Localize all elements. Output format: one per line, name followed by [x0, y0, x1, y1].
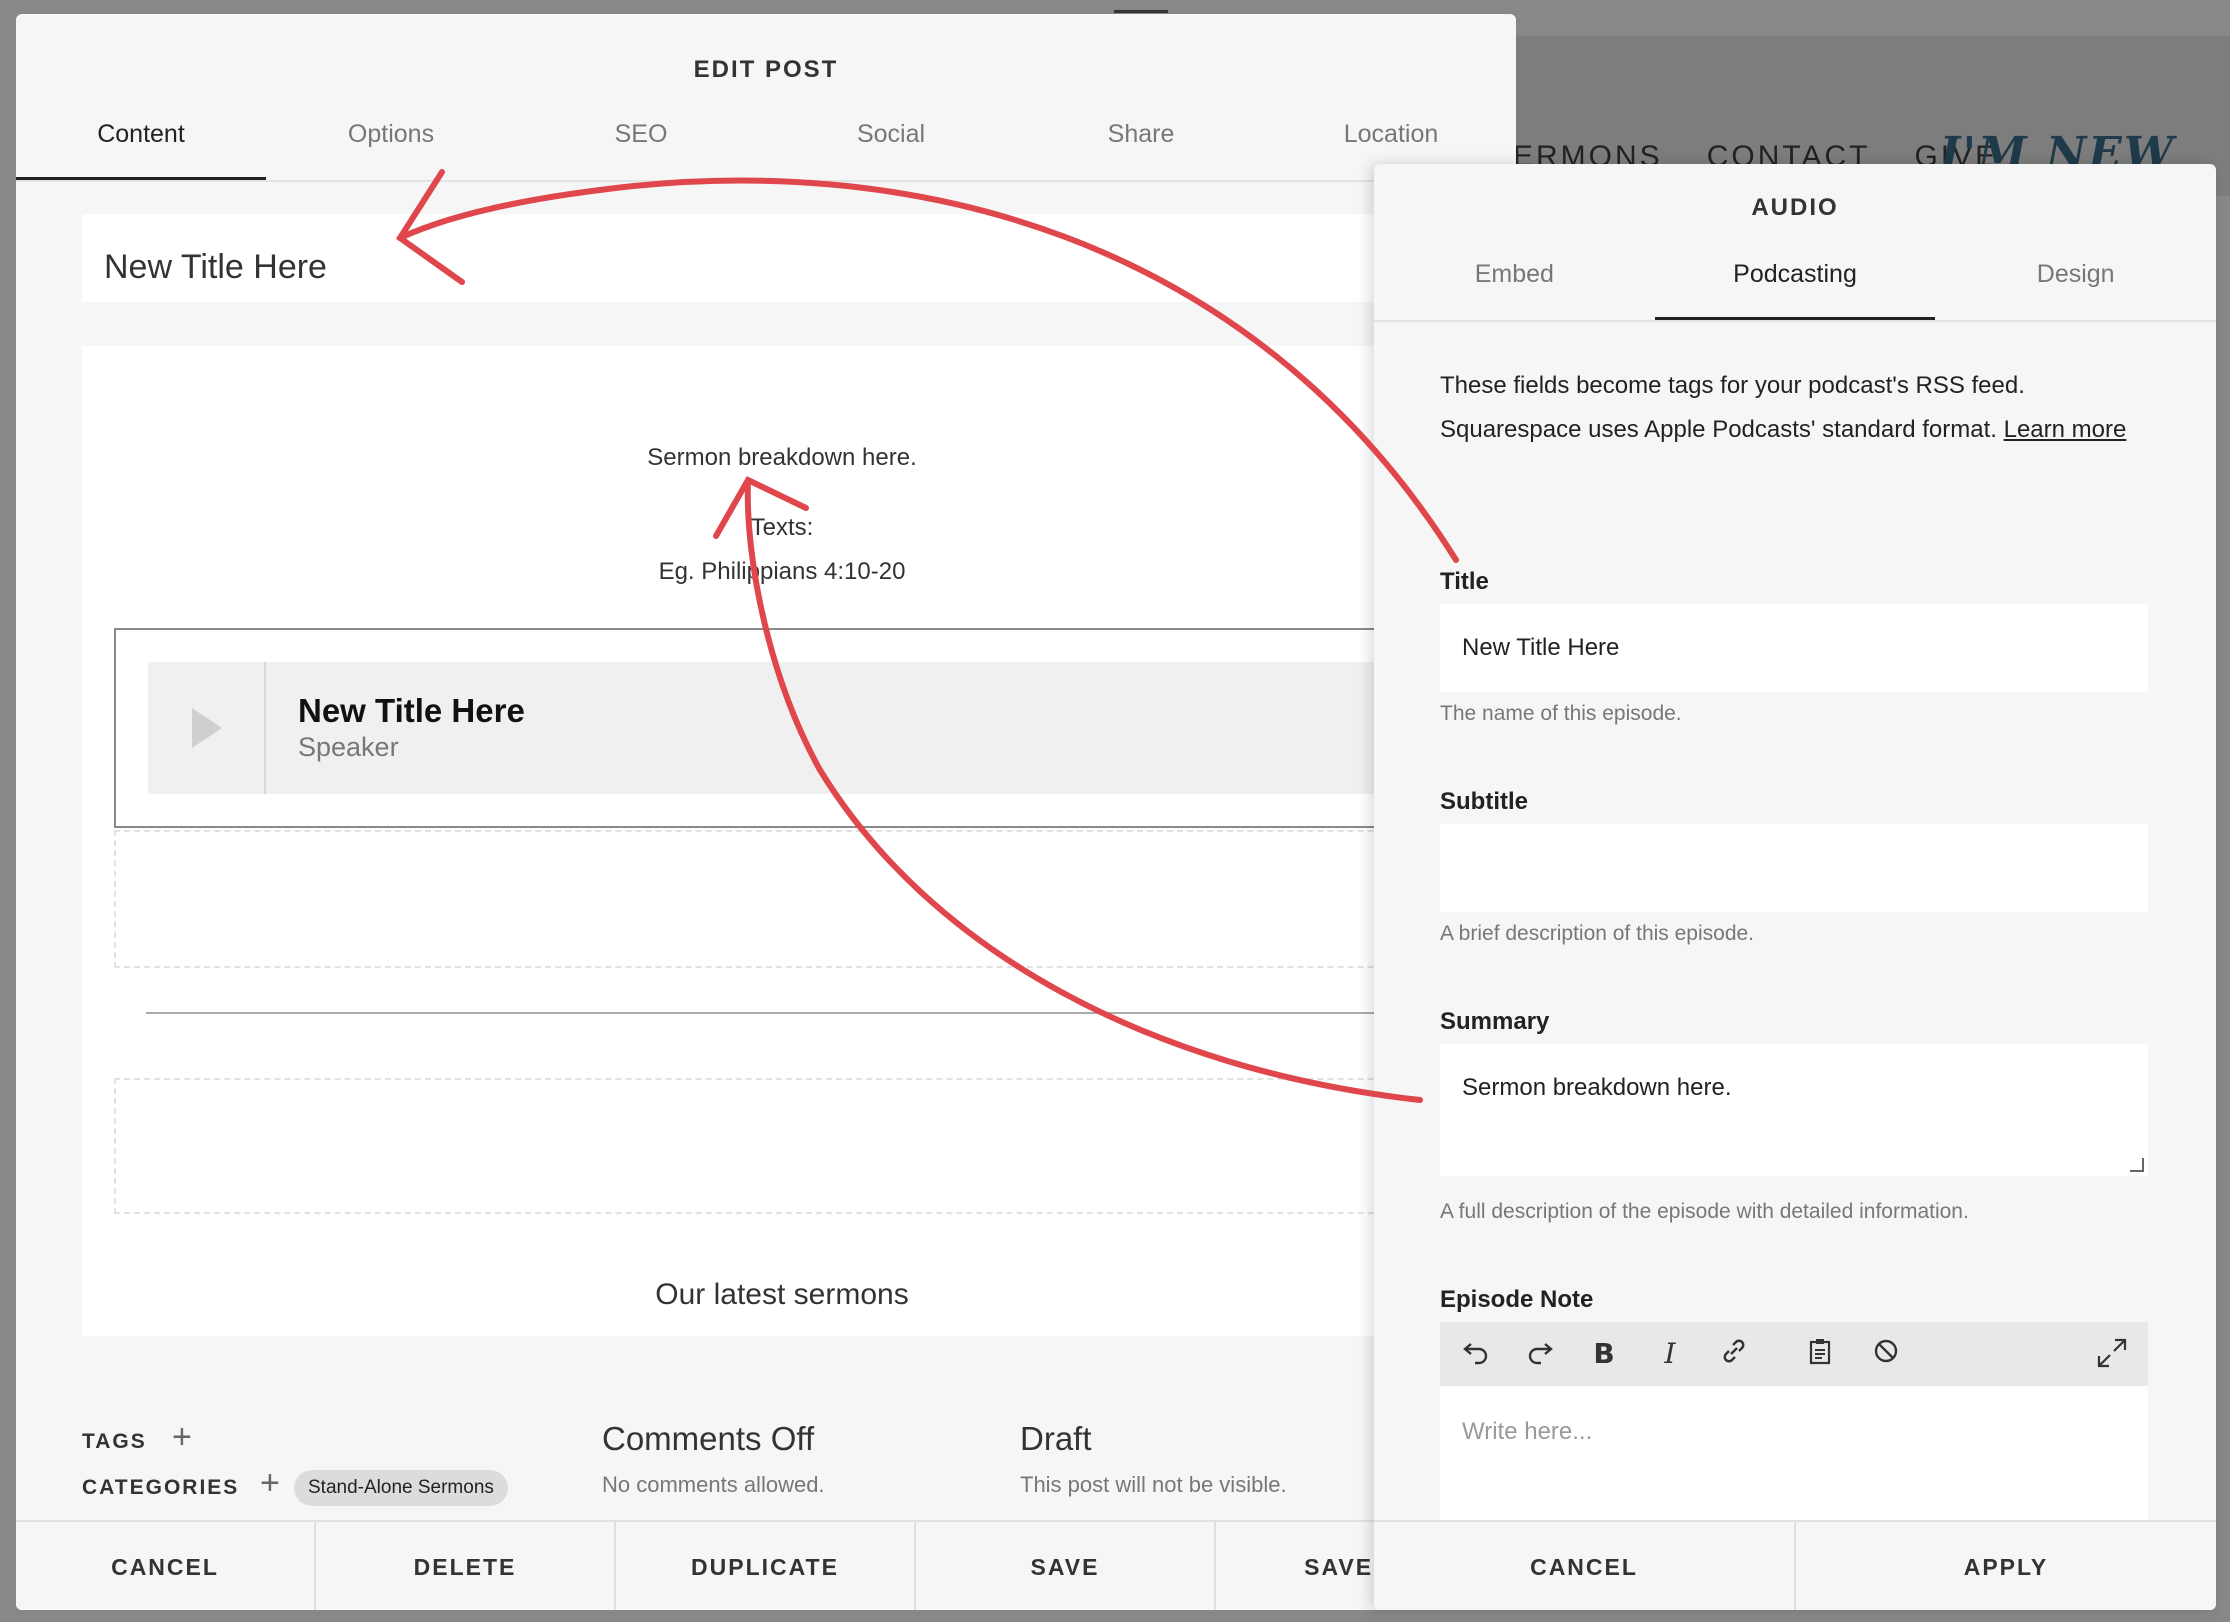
dialog-title: EDIT POST	[693, 56, 839, 83]
add-category-icon[interactable]: +	[260, 1464, 280, 1503]
resize-handle-icon[interactable]	[2130, 1158, 2144, 1172]
tab-share[interactable]: Share	[1016, 106, 1266, 180]
tab-seo[interactable]: SEO	[516, 106, 766, 180]
category-chip[interactable]: Stand-Alone Sermons	[294, 1470, 508, 1506]
empty-block[interactable]	[114, 830, 1514, 968]
empty-block[interactable]	[114, 1078, 1514, 1214]
redo-icon[interactable]	[1522, 1336, 1558, 1372]
episode-note-label: Episode Note	[1440, 1286, 1594, 1313]
intro-text: These fields become tags for your podcas…	[1440, 372, 2025, 443]
latest-sermons-heading: Our latest sermons	[655, 1278, 909, 1311]
clear-format-icon[interactable]	[1868, 1336, 1904, 1372]
expand-icon[interactable]	[2094, 1336, 2130, 1372]
post-body-editor[interactable]: Sermon breakdown here. Texts: Eg. Philip…	[82, 346, 1516, 1346]
body-texts-value: Eg. Philippians 4:10-20	[658, 558, 906, 585]
episode-note-editor[interactable]: Write here...	[1440, 1386, 2148, 1526]
audio-footer: CANCEL APPLY	[1374, 1520, 2216, 1610]
duplicate-button[interactable]: DUPLICATE	[616, 1522, 916, 1610]
line-block	[146, 1012, 1506, 1014]
play-button[interactable]	[148, 662, 266, 794]
edit-post-dialog: EDIT POST Content Options SEO Social Sha…	[16, 14, 1516, 1610]
save-button[interactable]: SAVE	[916, 1522, 1216, 1610]
categories-label: CATEGORIES	[82, 1476, 240, 1499]
apply-button[interactable]: APPLY	[1796, 1522, 2216, 1610]
comments-sub: No comments allowed.	[602, 1472, 825, 1497]
post-meta: TAGS + CATEGORIES + Stand-Alone Sermons …	[82, 1414, 1482, 1534]
tab-embed[interactable]: Embed	[1374, 246, 1655, 320]
learn-more-link[interactable]: Learn more	[2004, 416, 2127, 443]
audio-tabs: Embed Podcasting Design	[1374, 246, 2216, 322]
italic-icon[interactable]: I	[1652, 1336, 1688, 1372]
subtitle-label: Subtitle	[1440, 788, 1528, 815]
audio-settings-dialog: AUDIO Embed Podcasting Design These fiel…	[1374, 164, 2216, 1610]
delete-button[interactable]: DELETE	[316, 1522, 616, 1610]
add-tag-icon[interactable]: +	[172, 1418, 192, 1457]
publish-status[interactable]: Draft	[1020, 1420, 1092, 1458]
summary-text: Sermon breakdown here.	[1462, 1074, 1732, 1101]
tab-options[interactable]: Options	[266, 106, 516, 180]
edit-post-footer: CANCEL DELETE DUPLICATE SAVE SAVE & P	[16, 1520, 1516, 1610]
summary-label: Summary	[1440, 1008, 1550, 1035]
episode-title-input[interactable]: New Title Here	[1440, 604, 2148, 692]
summary-help: A full description of the episode with d…	[1440, 1200, 1969, 1223]
tab-social[interactable]: Social	[766, 106, 1016, 180]
episode-summary-textarea[interactable]: Sermon breakdown here.	[1440, 1044, 2148, 1176]
podcasting-intro: These fields become tags for your podcas…	[1440, 364, 2140, 452]
title-help: The name of this episode.	[1440, 702, 1682, 725]
tab-content[interactable]: Content	[16, 106, 266, 180]
cancel-button[interactable]: CANCEL	[1374, 1522, 1796, 1610]
tab-design[interactable]: Design	[1935, 246, 2216, 320]
rich-text-toolbar: B I	[1440, 1322, 2148, 1386]
body-text: Sermon breakdown here.	[647, 444, 917, 471]
publish-status-sub: This post will not be visible.	[1020, 1472, 1287, 1497]
clipboard-icon[interactable]	[1802, 1336, 1838, 1372]
audio-title: New Title Here	[298, 692, 525, 729]
undo-icon[interactable]	[1458, 1336, 1494, 1372]
background-marker	[1114, 10, 1168, 13]
tab-podcasting[interactable]: Podcasting	[1654, 246, 1936, 320]
audio-block[interactable]: New Title Here Speaker	[114, 628, 1516, 828]
play-icon	[192, 708, 222, 748]
cancel-button[interactable]: CANCEL	[16, 1522, 316, 1610]
bold-icon[interactable]: B	[1586, 1336, 1622, 1372]
audio-player: New Title Here Speaker	[148, 662, 1516, 794]
post-title-input[interactable]: New Title Here	[82, 214, 1516, 302]
title-label: Title	[1440, 568, 1489, 595]
edit-post-tabs: Content Options SEO Social Share Locatio…	[16, 106, 1516, 182]
episode-subtitle-input[interactable]	[1440, 824, 2148, 912]
audio-speaker: Speaker	[298, 732, 399, 762]
dialog-title: AUDIO	[1751, 194, 1839, 221]
link-icon[interactable]	[1716, 1336, 1752, 1372]
editor-placeholder: Write here...	[1462, 1418, 1593, 1445]
subtitle-help: A brief description of this episode.	[1440, 922, 1755, 945]
body-texts-label: Texts:	[750, 514, 814, 541]
tags-label: TAGS	[82, 1430, 147, 1453]
comments-status[interactable]: Comments Off	[602, 1420, 814, 1458]
